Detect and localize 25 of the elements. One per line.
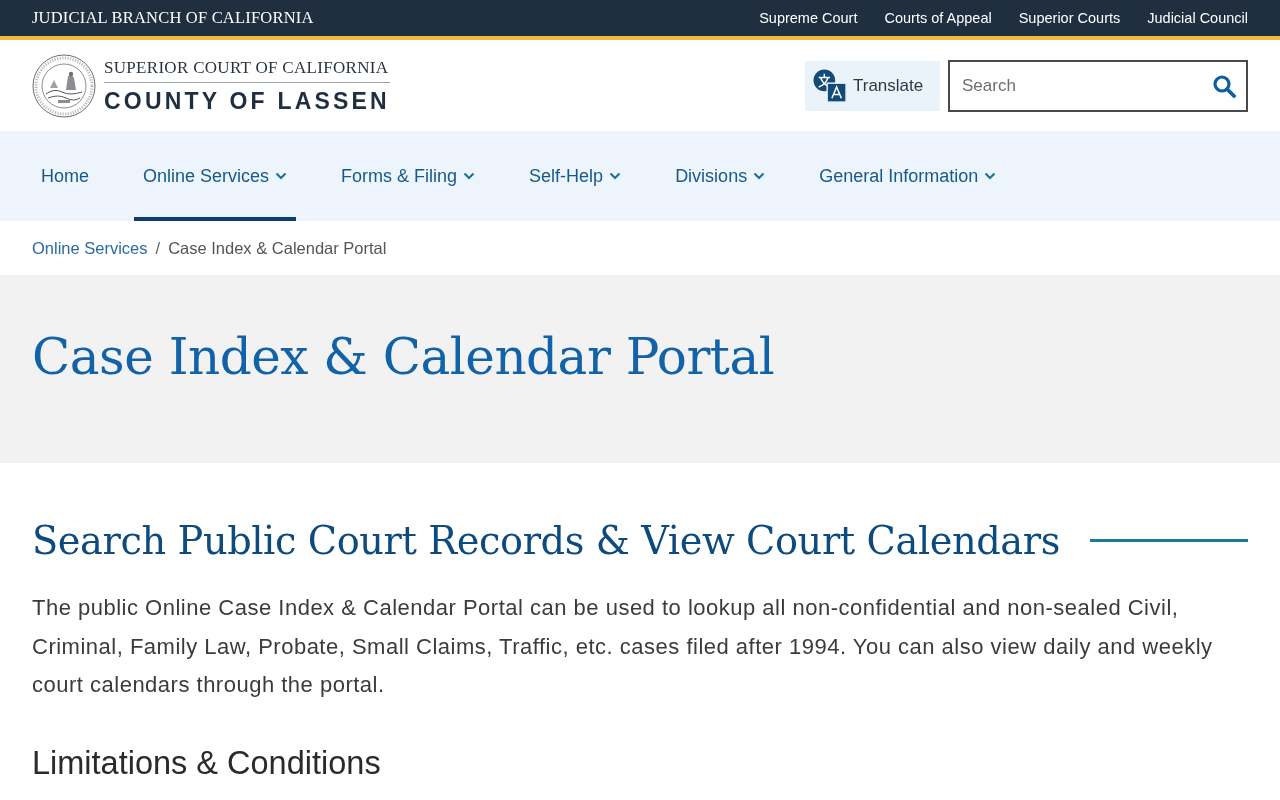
nav-tab[interactable]: Divisions	[666, 131, 775, 221]
breadcrumb-separator: /	[155, 238, 161, 258]
search-field[interactable]: Search	[948, 59, 1248, 112]
search-icon[interactable]	[1212, 73, 1236, 98]
court-name: SUPERIOR COURT OF CALIFORNIA	[104, 56, 389, 79]
breadcrumb-current: Case Index & Calendar Portal	[168, 238, 387, 258]
intro-paragraph: The public Online Case Index & Calendar Portal can be used to lookup all non-confidential and non-sealed Civil, Criminal, Family Law, Probate, Small Claims, Traffic, etc. cases filed after 1994. You can also view daily and weekly court calendars through the portal.	[32, 594, 1214, 699]
translate-button[interactable]: Translate	[805, 60, 940, 111]
seal-logo[interactable]	[32, 53, 96, 118]
top-link[interactable]: Courts of Appeal	[884, 10, 992, 26]
nav-tab[interactable]: General Information	[810, 131, 1006, 221]
branch-title: JUDICIAL BRANCH OF CALIFORNIA	[32, 8, 314, 28]
subheading: Limitations & Conditions	[32, 744, 382, 782]
top-link[interactable]: Superior Courts	[1018, 10, 1121, 26]
nav-tab[interactable]: Self-Help	[520, 131, 631, 221]
translate-icon	[813, 68, 847, 103]
breadcrumb-link[interactable]: Online Services	[32, 238, 148, 258]
nav-tab[interactable]: Online Services	[134, 131, 297, 221]
nav-tab[interactable]: Forms & Filing	[332, 131, 485, 221]
section-heading: Search Public Court Records & View Court Calendars	[32, 518, 1060, 563]
top-link[interactable]: Supreme Court	[759, 10, 858, 26]
top-link[interactable]: Judicial Council	[1147, 10, 1248, 26]
county-name: COUNTY OF LASSEN	[104, 86, 390, 115]
page-title: Case Index & Calendar Portal	[32, 328, 775, 386]
nav-tab[interactable]: Home	[32, 131, 98, 221]
